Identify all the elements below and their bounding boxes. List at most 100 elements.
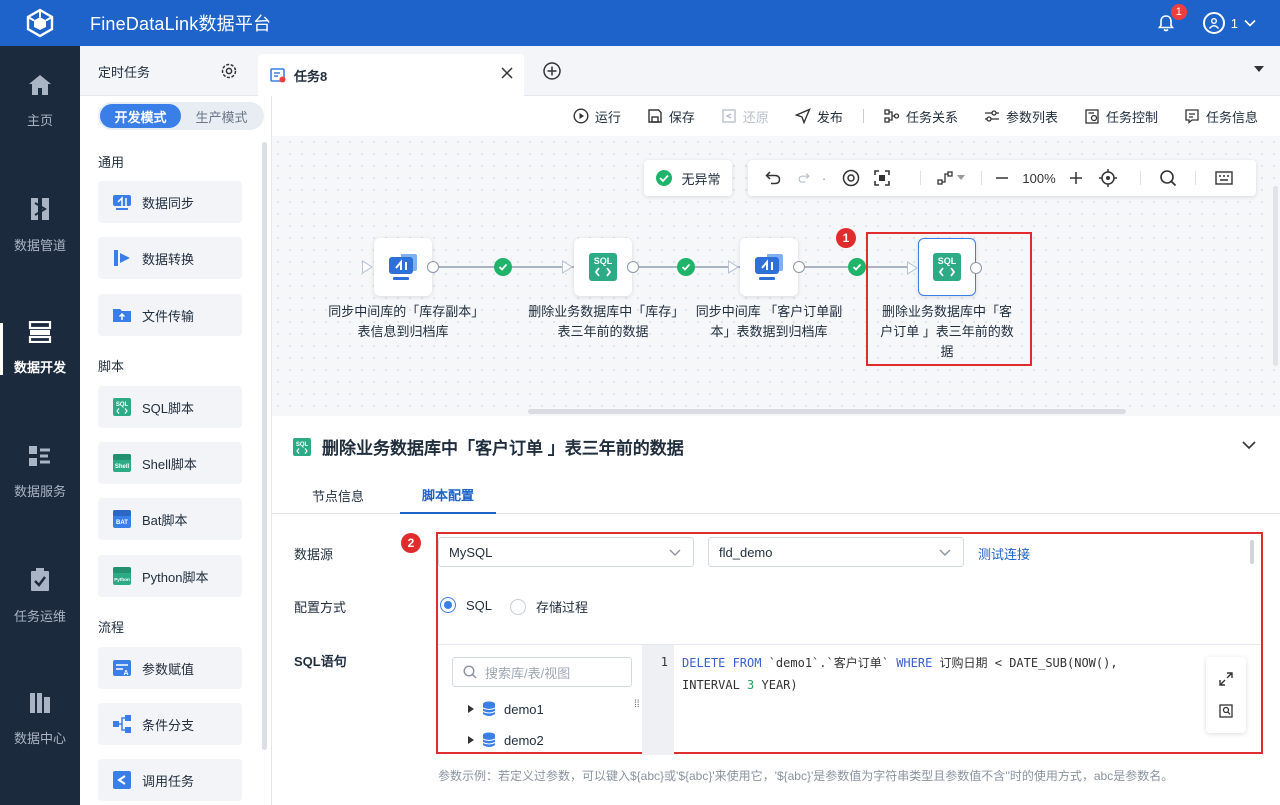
sql-icon: SQL — [293, 437, 311, 456]
expand-caret-icon[interactable] — [468, 705, 474, 713]
component-sql-script[interactable]: SQL SQL脚本 — [98, 386, 242, 428]
svg-text:Shell: Shell — [115, 464, 130, 470]
datasource-db-select[interactable]: fld_demo — [708, 537, 964, 567]
param-list-button[interactable]: 参数列表 — [984, 107, 1058, 126]
tool-label: 运行 — [594, 109, 621, 125]
task-control-button[interactable]: 任务控制 — [1084, 107, 1158, 126]
task-relation-button[interactable]: 任务关系 — [884, 107, 958, 126]
nav-item-ops[interactable]: 任务运维 — [0, 551, 80, 641]
run-button[interactable]: 运行 — [573, 107, 621, 126]
component-call-task[interactable]: 调用任务 — [98, 759, 242, 801]
sql-icon: SQL — [112, 397, 132, 417]
radio-stored-procedure[interactable]: 存储过程 — [510, 597, 588, 616]
tab-script-config[interactable]: 脚本配置 — [400, 476, 497, 514]
user-name: 1 — [1230, 15, 1238, 31]
radio-sql[interactable]: SQL — [440, 597, 492, 613]
node-label: 同步中间库的「库存副本」表信息到归档库 — [328, 304, 478, 339]
component-scrollbar[interactable] — [262, 142, 267, 750]
user-menu[interactable]: 1 — [1202, 12, 1256, 34]
sql-code[interactable]: DELETE FROM `demo1`.`客户订单` WHERE 订购日期 < … — [682, 652, 1152, 696]
component-file-transfer[interactable]: 文件传输 — [98, 294, 242, 336]
collapse-chevron-icon[interactable] — [1242, 440, 1256, 450]
zoom-in-button[interactable] — [1056, 160, 1096, 196]
component-shell-script[interactable]: Shell Shell脚本 — [98, 442, 242, 484]
nav-item-home[interactable]: 主页 — [0, 56, 80, 146]
nav-item-dev[interactable]: 数据开发 — [0, 303, 80, 393]
component-bat-script[interactable]: BAT Bat脚本 — [98, 498, 242, 540]
view-button[interactable] — [838, 160, 864, 196]
pipeline-icon — [31, 197, 49, 220]
task-toolbar: 运行 保存 还原 发布 任务关系 参数列表 任务控制 任务信息 — [272, 96, 1280, 136]
status-indicator[interactable]: 无异常 — [644, 160, 732, 196]
svg-text:SQL: SQL — [594, 256, 613, 266]
expand-caret-icon[interactable] — [468, 736, 474, 744]
sliders-icon — [984, 110, 999, 122]
component-param-assign[interactable]: A 参数赋值 — [98, 647, 242, 689]
tab-scheduled-tasks[interactable]: 定时任务 — [80, 46, 256, 96]
close-icon[interactable] — [500, 66, 514, 80]
tree-item-demo2[interactable]: demo2 — [468, 732, 544, 748]
code-text: YEAR) — [754, 678, 798, 692]
component-data-transform[interactable]: 数据转换 — [98, 237, 242, 279]
locate-button[interactable] — [1096, 160, 1120, 196]
branch-icon — [112, 714, 132, 734]
node-delete-inventory[interactable]: SQL — [562, 238, 639, 296]
canvas-vertical-scrollbar[interactable] — [1273, 186, 1278, 366]
dev-mode-button[interactable]: 开发模式 — [100, 104, 181, 128]
nav-item-datacenter[interactable]: 数据中心 — [0, 674, 80, 764]
node-config-panel: SQL 删除业务数据库中「客户订单 」表三年前的数据 节点信息 脚本配置 2 数… — [272, 416, 1280, 805]
gear-icon[interactable] — [220, 62, 238, 80]
param-hint-text: 参数示例：若定义过参数，可以键入${abc}或'${abc}'来使用它，'${a… — [438, 769, 1174, 783]
search-canvas-button[interactable] — [1141, 160, 1195, 196]
app-logo-icon[interactable] — [0, 0, 80, 46]
search-placeholder: 搜索库/表/视图 — [485, 665, 571, 681]
workflow-canvas[interactable]: 无异常 · 100% 同步中间库的「库存副本」表信息到归档库 SQL 删除业务数… — [272, 136, 1280, 427]
notification-bell-icon[interactable]: 1 — [1155, 4, 1187, 34]
format-preview-icon[interactable] — [1218, 703, 1234, 719]
output-port[interactable] — [793, 261, 805, 273]
fit-view-button[interactable] — [864, 160, 900, 196]
nav-item-pipeline[interactable]: 数据管道 — [0, 180, 80, 270]
expand-icon[interactable] — [1218, 671, 1234, 687]
add-tab-icon[interactable] — [542, 61, 562, 81]
config-scrollbar[interactable] — [1250, 540, 1254, 564]
restore-button[interactable]: 还原 — [721, 107, 769, 126]
output-port[interactable] — [627, 261, 639, 273]
task-info-button[interactable]: 任务信息 — [1184, 107, 1258, 126]
tab-node-info[interactable]: 节点信息 — [312, 476, 364, 514]
chevron-down-icon — [939, 549, 951, 556]
table-search-input[interactable]: 搜索库/表/视图 — [452, 657, 632, 687]
datasource-type-select[interactable]: MySQL — [438, 537, 694, 567]
publish-button[interactable]: 发布 — [794, 107, 843, 126]
redo-button[interactable] — [798, 160, 810, 196]
edge-success-icon — [494, 258, 512, 276]
tab-more-dropdown-icon[interactable] — [1254, 66, 1264, 72]
output-port[interactable] — [427, 261, 439, 273]
layout-dropdown[interactable] — [921, 160, 981, 196]
test-connection-link[interactable]: 测试连接 — [978, 544, 1030, 563]
canvas-horizontal-scrollbar[interactable] — [528, 409, 1126, 414]
undo-button[interactable] — [748, 160, 798, 196]
save-button[interactable]: 保存 — [647, 107, 695, 126]
input-port[interactable] — [728, 260, 739, 274]
input-port[interactable] — [362, 260, 373, 274]
database-icon — [482, 701, 496, 716]
tab-bar: 定时任务 任务8 — [80, 46, 1280, 96]
node-sync-orders[interactable] — [728, 238, 805, 296]
nav-item-service[interactable]: 数据服务 — [0, 427, 80, 517]
svg-text:Python: Python — [114, 577, 130, 582]
prod-mode-button[interactable]: 生产模式 — [181, 104, 262, 128]
component-python-script[interactable]: Python Python脚本 — [98, 555, 242, 597]
component-data-sync[interactable]: 数据同步 — [98, 181, 242, 223]
input-port[interactable] — [562, 260, 573, 274]
component-condition-branch[interactable]: 条件分支 — [98, 703, 242, 745]
tab-task8[interactable]: 任务8 — [258, 54, 524, 96]
minimap-button[interactable] — [1196, 160, 1252, 196]
tree-item-demo1[interactable]: demo1 — [468, 701, 544, 717]
drag-handle-icon[interactable]: ⁞⁞ — [634, 699, 640, 710]
tree-item-label: demo2 — [504, 732, 544, 748]
left-nav: 主页 数据管道 数据开发 数据服务 任务运维 数据中心 — [0, 46, 80, 805]
zoom-out-button[interactable] — [982, 160, 1022, 196]
node-sync-inventory[interactable] — [362, 238, 439, 296]
category-general: 通用 — [98, 155, 125, 170]
